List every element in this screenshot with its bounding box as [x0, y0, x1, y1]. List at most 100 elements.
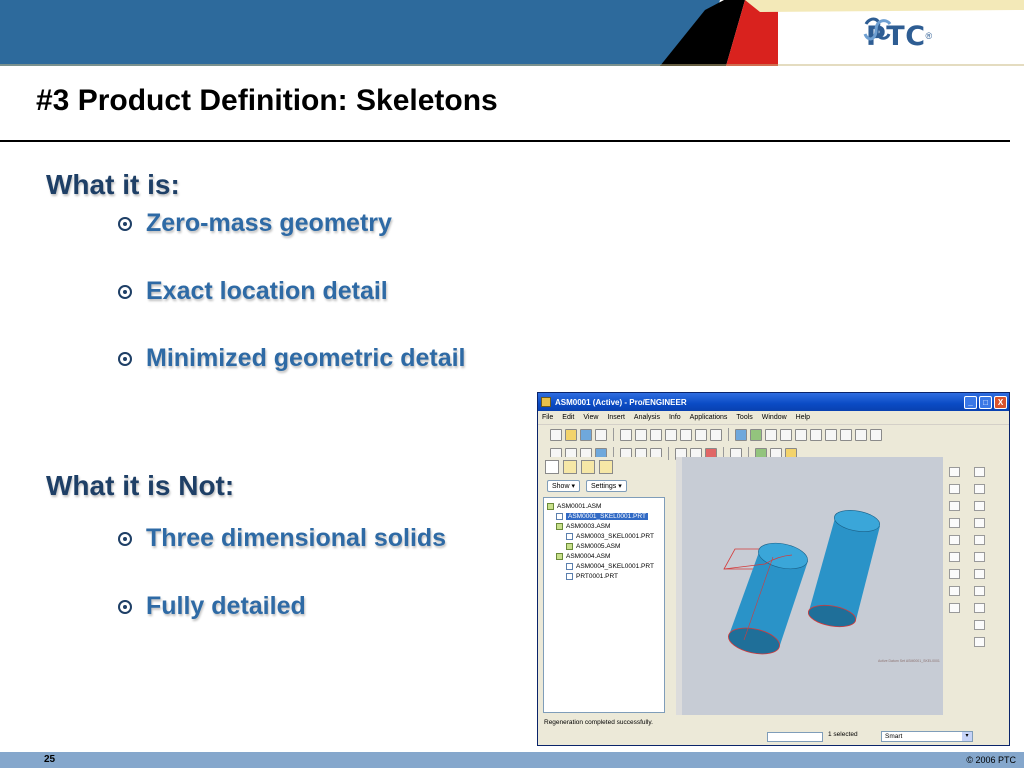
datum-axis-tool-icon[interactable] [949, 484, 960, 494]
window-titlebar[interactable]: ASM0001 (Active) - Pro/ENGINEER _ □ X [538, 393, 1009, 411]
slide-title: #3 Product Definition: Skeletons [36, 84, 498, 117]
selection-filter-select[interactable]: Smart ▾ [881, 731, 973, 742]
settings-dropdown[interactable]: Settings ▾ [585, 480, 627, 492]
menu-edit[interactable]: Edit [562, 414, 574, 421]
bullet-text: Zero-mass geometry [146, 209, 392, 237]
footer-bar: 25 © 2006 PTC [0, 752, 1024, 768]
bullet-item: Zero-mass geometry [118, 209, 392, 238]
assembly-icon [556, 552, 563, 560]
pattern-tool-icon[interactable] [974, 637, 985, 647]
tab-folder-browser[interactable] [563, 460, 577, 474]
menu-applications[interactable]: Applications [690, 414, 728, 421]
tree-item[interactable]: PRT0001.PRT [566, 571, 618, 581]
search-input[interactable] [767, 732, 823, 742]
tree-item[interactable]: ASM0005.ASM [566, 541, 620, 551]
menu-file[interactable]: File [542, 414, 553, 421]
menu-bar: File Edit View Insert Analysis Info Appl… [538, 411, 1009, 425]
merge-tool-icon[interactable] [949, 603, 960, 613]
sketch-tool-icon[interactable] [949, 518, 960, 528]
menu-help[interactable]: Help [796, 414, 810, 421]
title-divider [0, 140, 1010, 142]
hole-tool-icon[interactable] [974, 535, 985, 545]
ptc-logo-icon [863, 17, 892, 41]
undo-icon[interactable] [620, 428, 632, 441]
paste-special-icon[interactable] [695, 428, 707, 441]
datum-point-tool-icon[interactable] [949, 535, 960, 545]
draft-tool-icon[interactable] [974, 586, 985, 596]
toolbar-separator [613, 428, 614, 441]
zoom-in-icon[interactable] [780, 428, 792, 441]
tree-item[interactable]: ASM0001.ASM [547, 501, 601, 511]
message-text: Regeneration completed successfully. [544, 718, 653, 726]
sweep-tool-icon[interactable] [974, 501, 985, 511]
layers-icon[interactable] [855, 428, 867, 441]
model-tree-panel: Show ▾ Settings ▾ ASM0001.ASM ASM0001_SK… [541, 457, 667, 715]
cylinder-left [723, 542, 808, 655]
orient-icon[interactable] [765, 428, 777, 441]
toolbar-separator [668, 447, 669, 460]
cylinder-right [807, 510, 881, 628]
message-area: Regeneration completed successfully. [541, 715, 1008, 729]
menu-view[interactable]: View [583, 414, 598, 421]
show-dropdown[interactable]: Show ▾ [547, 480, 580, 492]
revolve-tool-icon[interactable] [974, 484, 985, 494]
menu-analysis[interactable]: Analysis [634, 414, 660, 421]
print-icon[interactable] [595, 428, 607, 441]
bullet-circle-icon [118, 599, 132, 614]
zoom-out-icon[interactable] [795, 428, 807, 441]
mirror-tool-icon[interactable] [949, 586, 960, 596]
bullet-circle-icon [118, 284, 132, 299]
blend-tool-icon[interactable] [974, 518, 985, 528]
redo-icon[interactable] [635, 428, 647, 441]
menu-insert[interactable]: Insert [607, 414, 625, 421]
tab-connections[interactable] [599, 460, 613, 474]
coordinate-system-tool-icon[interactable] [949, 552, 960, 562]
saved-views-icon[interactable] [840, 428, 852, 441]
graphics-note: Active Datum Set ASM0001_SKEL0001 [878, 659, 940, 663]
menu-window[interactable]: Window [762, 414, 787, 421]
bullet-circle-icon [118, 216, 132, 231]
cut-icon[interactable] [650, 428, 662, 441]
extrude-tool-icon[interactable] [974, 467, 985, 477]
copy-icon[interactable] [665, 428, 677, 441]
status-bar: 1 selected Smart ▾ [541, 730, 1008, 744]
tree-item-label: ASM0004_SKEL0001.PRT [576, 562, 654, 570]
menu-info[interactable]: Info [669, 414, 681, 421]
bullet-circle-icon [118, 351, 132, 366]
view-manager-icon[interactable] [870, 428, 882, 441]
reorient-icon[interactable] [825, 428, 837, 441]
new-file-icon[interactable] [550, 428, 562, 441]
tab-favorites[interactable] [581, 460, 595, 474]
tree-item[interactable]: ASM0004_SKEL0001.PRT [566, 561, 654, 571]
paste-icon[interactable] [680, 428, 692, 441]
datum-curve-tool-icon[interactable] [949, 501, 960, 511]
graphics-window[interactable]: Active Datum Set ASM0001_SKEL0001 [676, 457, 943, 715]
proengineer-window: ASM0001 (Active) - Pro/ENGINEER _ □ X Fi… [537, 392, 1010, 746]
spin-center-icon[interactable] [750, 428, 762, 441]
chamfer-tool-icon[interactable] [974, 620, 985, 630]
tree-item-selected[interactable]: ASM0001_SKEL0001.PRT [556, 511, 648, 521]
maximize-button[interactable]: □ [979, 395, 992, 409]
find-icon[interactable] [710, 428, 722, 441]
analysis-tool-icon[interactable] [949, 569, 960, 579]
minimize-button[interactable]: _ [964, 395, 977, 409]
datum-plane-tool-icon[interactable] [949, 467, 960, 477]
tree-item[interactable]: ASM0003.ASM [556, 521, 610, 531]
save-icon[interactable] [580, 428, 592, 441]
refit-icon[interactable] [810, 428, 822, 441]
repaint-icon[interactable] [735, 428, 747, 441]
rib-tool-icon[interactable] [974, 569, 985, 579]
tab-model-tree[interactable] [545, 460, 559, 474]
tree-item[interactable]: ASM0003_SKEL0001.PRT [566, 531, 654, 541]
toolbar-top [538, 425, 1009, 444]
close-button[interactable]: X [994, 395, 1007, 409]
bullet-text: Three dimensional solids [146, 524, 447, 552]
open-file-icon[interactable] [565, 428, 577, 441]
tree-item[interactable]: ASM0004.ASM [556, 551, 610, 561]
header-banner: PTC ® [0, 0, 1024, 66]
menu-tools[interactable]: Tools [736, 414, 752, 421]
round-tool-icon[interactable] [974, 603, 985, 613]
copyright: © 2006 PTC [966, 755, 1016, 765]
shell-tool-icon[interactable] [974, 552, 985, 562]
window-title: ASM0001 (Active) - Pro/ENGINEER [555, 397, 687, 407]
